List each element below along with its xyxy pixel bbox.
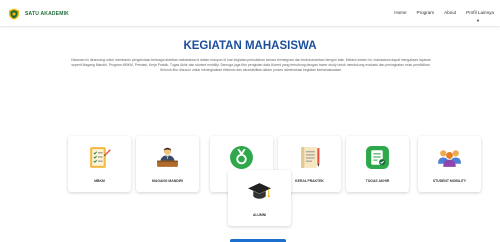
top-navbar: SATU AKADEMIK Home Program About Profil …	[0, 0, 500, 26]
page-title: KEGIATAN MAHASISWA	[183, 40, 317, 52]
nav-home[interactable]: Home	[394, 10, 406, 15]
medal-icon	[230, 146, 253, 169]
brand[interactable]: SATU AKADEMIK	[8, 8, 69, 20]
university-logo-icon	[9, 8, 19, 20]
card-mbkm[interactable]: MBKM	[68, 136, 131, 192]
chevron-down-icon[interactable]: ▼	[476, 18, 480, 23]
card-magang-mandiri[interactable]: MAGANG MANDIRI	[136, 136, 199, 192]
nav-profil-lainnya[interactable]: Profil Lainnya	[466, 10, 494, 15]
card-label: TUGAS AKHIR	[365, 179, 390, 183]
intro-paragraph: Halaman ini dirancang untuk membantu pen…	[71, 58, 431, 73]
office-worker-icon	[157, 147, 178, 167]
card-label: ALUMNI	[252, 213, 267, 217]
nav-program[interactable]: Program	[417, 10, 435, 15]
checklist-icon	[90, 147, 111, 168]
card-label: MBKM	[94, 179, 105, 183]
notebook-icon	[301, 147, 320, 168]
nav-about[interactable]: About	[444, 10, 456, 15]
card-label: MAGANG MANDIRI	[152, 179, 183, 183]
graduation-cap-icon	[248, 183, 271, 199]
main-nav: Home Program About Profil Lainnya ▼	[384, 10, 494, 23]
card-label: STUDENT MOBILITY	[432, 179, 467, 183]
card-tugas-akhir[interactable]: TUGAS AKHIR	[346, 136, 409, 192]
card-student-mobility[interactable]: STUDENT MOBILITY	[418, 136, 481, 192]
document-icon	[366, 146, 389, 169]
brand-name: SATU AKADEMIK	[25, 11, 69, 17]
people-group-icon	[438, 150, 461, 167]
card-alumni[interactable]: ALUMNI	[228, 170, 291, 226]
